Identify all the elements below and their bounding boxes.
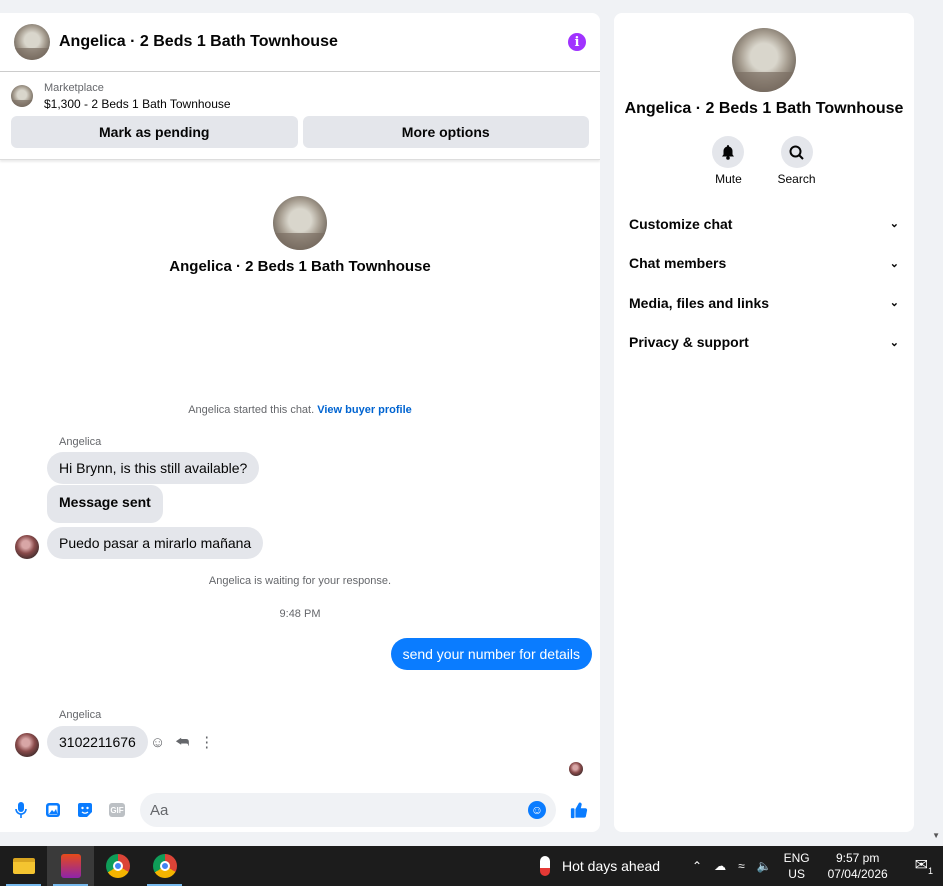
message-input-wrapper: ☺ <box>140 793 556 827</box>
view-buyer-profile-link[interactable]: View buyer profile <box>317 404 412 416</box>
sender-avatar[interactable] <box>15 733 39 757</box>
file-explorer-icon[interactable] <box>0 846 47 886</box>
section-label: Chat members <box>629 255 727 272</box>
sender-avatar[interactable] <box>15 535 39 559</box>
marketplace-label: Marketplace <box>44 82 104 94</box>
microphone-icon[interactable] <box>12 801 30 819</box>
mute-label: Mute <box>715 172 742 186</box>
section-media-files-links[interactable]: Media, files and links ⌄ <box>629 283 899 323</box>
info-actions: Mute Search <box>614 136 914 186</box>
notification-icon[interactable]: ✉1 <box>915 855 933 876</box>
info-avatar[interactable] <box>732 28 796 92</box>
marketplace-banner: Marketplace $1,300 - 2 Beds 1 Bath Townh… <box>0 72 600 160</box>
weather-text: Hot days ahead <box>562 858 661 874</box>
message-bubble[interactable]: Puedo pasar a mirarlo mañana <box>47 527 264 559</box>
clock[interactable]: 9:57 pm 07/04/2026 <box>828 850 888 882</box>
sender-name: Angelica <box>59 436 102 448</box>
app-pin-icon[interactable] <box>47 846 94 886</box>
info-title: Angelica · 2 Beds 1 Bath Townhouse <box>624 100 904 117</box>
outgoing-message-bubble[interactable]: send your number for details <box>390 638 592 670</box>
cloud-icon[interactable]: ☁ <box>714 859 726 873</box>
taskbar: Hot days ahead ⌃ ☁ ≈ 🔈 ENG US 9:57 pm 07… <box>0 846 943 886</box>
mark-as-pending-button[interactable]: Mark as pending <box>11 116 298 148</box>
reply-icon[interactable]: ⮪ <box>175 734 189 751</box>
chevron-down-icon: ⌄ <box>889 297 899 310</box>
info-icon[interactable]: i <box>568 33 586 51</box>
message-bubble[interactable]: 3102211676 <box>47 726 148 758</box>
bell-icon <box>712 136 745 168</box>
lang-bottom: US <box>788 867 805 881</box>
chat-title[interactable]: Angelica · 2 Beds 1 Bath Townhouse <box>59 33 568 51</box>
chat-header: Angelica · 2 Beds 1 Bath Townhouse i <box>0 13 600 72</box>
gif-label: GIF <box>109 803 125 817</box>
timestamp: 9:48 PM <box>279 608 321 620</box>
waiting-notice: Angelica is waiting for your response. <box>208 575 392 587</box>
message-thread[interactable]: Angelica · 2 Beds 1 Bath Townhouse Angel… <box>0 161 600 788</box>
section-customize-chat[interactable]: Customize chat ⌄ <box>629 204 899 244</box>
photo-icon[interactable] <box>44 801 62 819</box>
section-label: Media, files and links <box>629 294 770 311</box>
section-chat-members[interactable]: Chat members ⌄ <box>629 244 899 284</box>
section-label: Customize chat <box>629 215 733 232</box>
emoji-icon[interactable]: ☺ <box>528 801 546 819</box>
search-button[interactable]: Search <box>777 136 816 186</box>
chevron-down-icon: ⌄ <box>889 218 899 231</box>
scroll-down-arrow-icon[interactable]: ▼ <box>932 831 940 840</box>
more-icon[interactable]: ⋮ <box>199 733 214 751</box>
chat-started-text: Angelica started this chat. <box>188 404 315 416</box>
intro-title: Angelica · 2 Beds 1 Bath Townhouse <box>169 258 431 275</box>
chrome-icon[interactable] <box>94 846 141 886</box>
composer: GIF ☺ <box>0 788 600 832</box>
chevron-down-icon: ⌄ <box>889 336 899 349</box>
message-bubble[interactable]: Message sent <box>47 485 163 523</box>
seen-indicator-avatar <box>569 762 583 776</box>
time: 9:57 pm <box>835 851 880 865</box>
listing-title[interactable]: $1,300 - 2 Beds 1 Bath Townhouse <box>44 96 231 112</box>
section-label: Privacy & support <box>629 334 749 351</box>
sender-name: Angelica <box>59 709 102 721</box>
notification-count: 1 <box>927 866 933 877</box>
message-bubble[interactable]: Hi Brynn, is this still available? <box>47 452 260 484</box>
chat-intro: Angelica · 2 Beds 1 Bath Townhouse <box>0 196 600 275</box>
chat-panel: Angelica · 2 Beds 1 Bath Townhouse i Mar… <box>0 13 600 832</box>
volume-muted-icon[interactable]: 🔈 <box>757 859 772 873</box>
message-actions: ☺ ⮪ ⋮ <box>150 733 214 752</box>
wifi-icon[interactable]: ≈ <box>738 859 745 873</box>
sticker-icon[interactable] <box>76 801 94 819</box>
gif-icon[interactable]: GIF <box>108 801 126 819</box>
chat-info-panel: Angelica · 2 Beds 1 Bath Townhouse Mute … <box>614 13 914 832</box>
more-options-button[interactable]: More options <box>302 116 589 148</box>
react-emoji-icon[interactable]: ☺ <box>150 734 165 751</box>
system-tray: ⌃ ☁ ≈ 🔈 ENG US 9:57 pm 07/04/2026 <box>692 850 888 882</box>
search-label: Search <box>777 172 816 186</box>
weather-widget[interactable]: Hot days ahead <box>540 856 660 876</box>
info-sections: Customize chat ⌄ Chat members ⌄ Media, f… <box>614 204 914 362</box>
intro-avatar <box>273 196 327 250</box>
message-input[interactable] <box>150 801 528 819</box>
search-icon <box>780 136 813 168</box>
section-privacy-support[interactable]: Privacy & support ⌄ <box>629 323 899 363</box>
mute-button[interactable]: Mute <box>712 136 745 186</box>
language-indicator[interactable]: ENG US <box>784 850 810 882</box>
chat-started-notice: Angelica started this chat. View buyer p… <box>0 404 600 416</box>
listing-thumbnail[interactable] <box>11 85 33 107</box>
thermometer-icon <box>540 856 550 876</box>
chevron-down-icon: ⌄ <box>889 257 899 270</box>
chevron-up-icon[interactable]: ⌃ <box>692 859 702 873</box>
thumbs-up-icon[interactable] <box>570 801 588 819</box>
lang-top: ENG <box>783 851 810 865</box>
date: 07/04/2026 <box>827 867 888 881</box>
contact-avatar[interactable] <box>14 24 50 60</box>
chrome-profile-icon[interactable] <box>141 846 188 886</box>
